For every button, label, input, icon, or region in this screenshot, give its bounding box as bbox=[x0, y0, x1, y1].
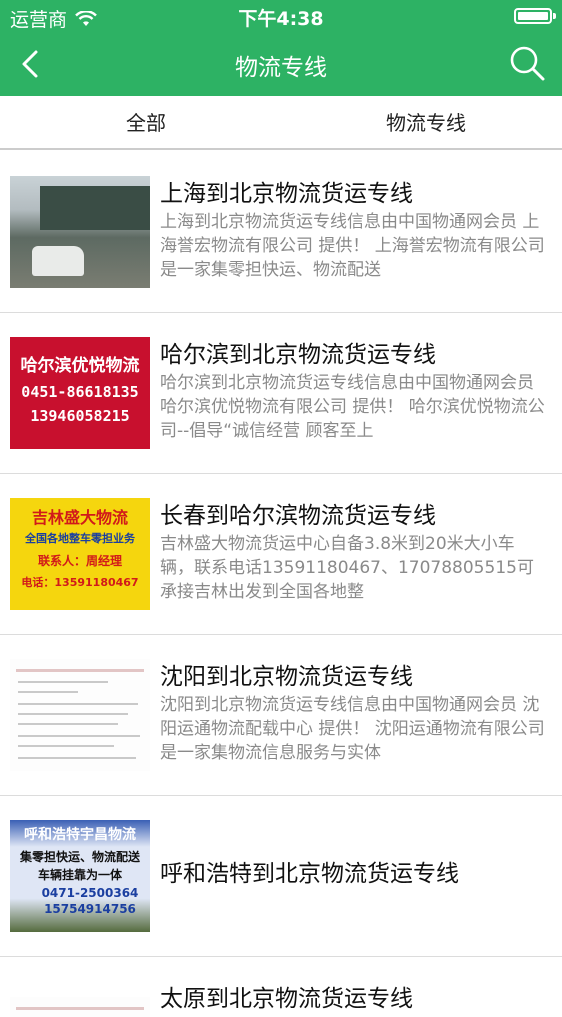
page-title: 物流专线 bbox=[235, 55, 327, 81]
list-item[interactable]: 呼和浩特宇昌物流 集零担快运、物流配送 车辆挂靠为一体 0471-2500364… bbox=[0, 796, 562, 957]
battery-icon bbox=[514, 8, 556, 24]
thumb-text: 电话：13591180467 bbox=[21, 576, 139, 589]
document-thumbnail bbox=[10, 659, 150, 771]
thumb-text: 吉林盛大物流 bbox=[31, 508, 128, 527]
item-description: 上海到北京物流货运专线信息由中国物通网会员 上海誉宏物流有限公司 提供！ 上海誉… bbox=[160, 212, 545, 280]
thumb-text: 0451-86618135 bbox=[21, 383, 139, 401]
thumb-text: 哈尔滨优悦物流 bbox=[20, 356, 140, 376]
yellow-banner-thumbnail: 吉林盛大物流 全国各地整车零担业务 联系人：周经理 电话：13591180467 bbox=[10, 498, 150, 610]
nav-bar: 物流专线 bbox=[0, 32, 562, 96]
thumb-text: 0471-2500364 bbox=[41, 886, 139, 900]
thumb-text: 呼和浩特宇昌物流 bbox=[24, 827, 136, 843]
app-header: 运营商 下午4:38 物流专线 bbox=[0, 0, 562, 96]
item-title: 哈尔滨到北京物流货运专线 bbox=[160, 342, 436, 368]
list-item[interactable]: 沈阳到北京物流货运专线 沈阳到北京物流货运专线信息由中国物通网会员 沈阳运通物流… bbox=[0, 635, 562, 796]
item-description: 哈尔滨到北京物流货运专线信息由中国物通网会员 哈尔滨优悦物流有限公司 提供！ 哈… bbox=[160, 373, 545, 441]
status-bar: 运营商 下午4:38 bbox=[0, 0, 562, 32]
item-title: 长春到哈尔滨物流货运专线 bbox=[160, 503, 436, 529]
tab-logistics-line[interactable]: 物流专线 bbox=[346, 96, 506, 148]
item-title: 上海到北京物流货运专线 bbox=[160, 181, 413, 207]
status-time: 下午4:38 bbox=[238, 8, 324, 30]
item-description: 沈阳到北京物流货运专线信息由中国物通网会员 沈阳运通物流配载中心 提供！ 沈阳运… bbox=[160, 695, 545, 763]
tab-all[interactable]: 全部 bbox=[66, 96, 226, 148]
item-description: 吉林盛大物流货运中心自备3.8米到20米大小车辆，联系电话13591180467… bbox=[160, 534, 534, 602]
logistics-list: 上海到北京物流货运专线 上海到北京物流货运专线信息由中国物通网会员 上海誉宏物流… bbox=[0, 152, 562, 1017]
thumb-text: 13946058215 bbox=[30, 407, 130, 425]
item-title: 沈阳到北京物流货运专线 bbox=[160, 664, 413, 690]
filter-tabs: 全部 物流专线 bbox=[0, 96, 562, 150]
search-icon[interactable] bbox=[508, 44, 546, 82]
thumb-text: 15754914756 bbox=[44, 902, 136, 916]
thumb-text: 联系人：周经理 bbox=[37, 554, 122, 568]
thumb-text: 集零担快运、物流配送 bbox=[19, 850, 140, 864]
item-title: 太原到北京物流货运专线 bbox=[160, 986, 413, 1012]
list-item[interactable]: 太原到北京物流货运专线 bbox=[0, 957, 562, 1017]
item-title: 呼和浩特到北京物流货运专线 bbox=[160, 861, 459, 887]
document-thumbnail bbox=[10, 997, 150, 1017]
thumb-text: 全国各地整车零担业务 bbox=[25, 532, 135, 545]
warehouse-thumbnail bbox=[10, 176, 150, 288]
blue-banner-thumbnail: 呼和浩特宇昌物流 集零担快运、物流配送 车辆挂靠为一体 0471-2500364… bbox=[10, 820, 150, 932]
list-item[interactable]: 上海到北京物流货运专线 上海到北京物流货运专线信息由中国物通网会员 上海誉宏物流… bbox=[0, 152, 562, 313]
red-banner-thumbnail: 哈尔滨优悦物流 0451-86618135 13946058215 bbox=[10, 337, 150, 449]
list-item[interactable]: 吉林盛大物流 全国各地整车零担业务 联系人：周经理 电话：13591180467… bbox=[0, 474, 562, 635]
list-item[interactable]: 哈尔滨优悦物流 0451-86618135 13946058215 哈尔滨到北京… bbox=[0, 313, 562, 474]
thumb-text: 车辆挂靠为一体 bbox=[37, 868, 122, 882]
